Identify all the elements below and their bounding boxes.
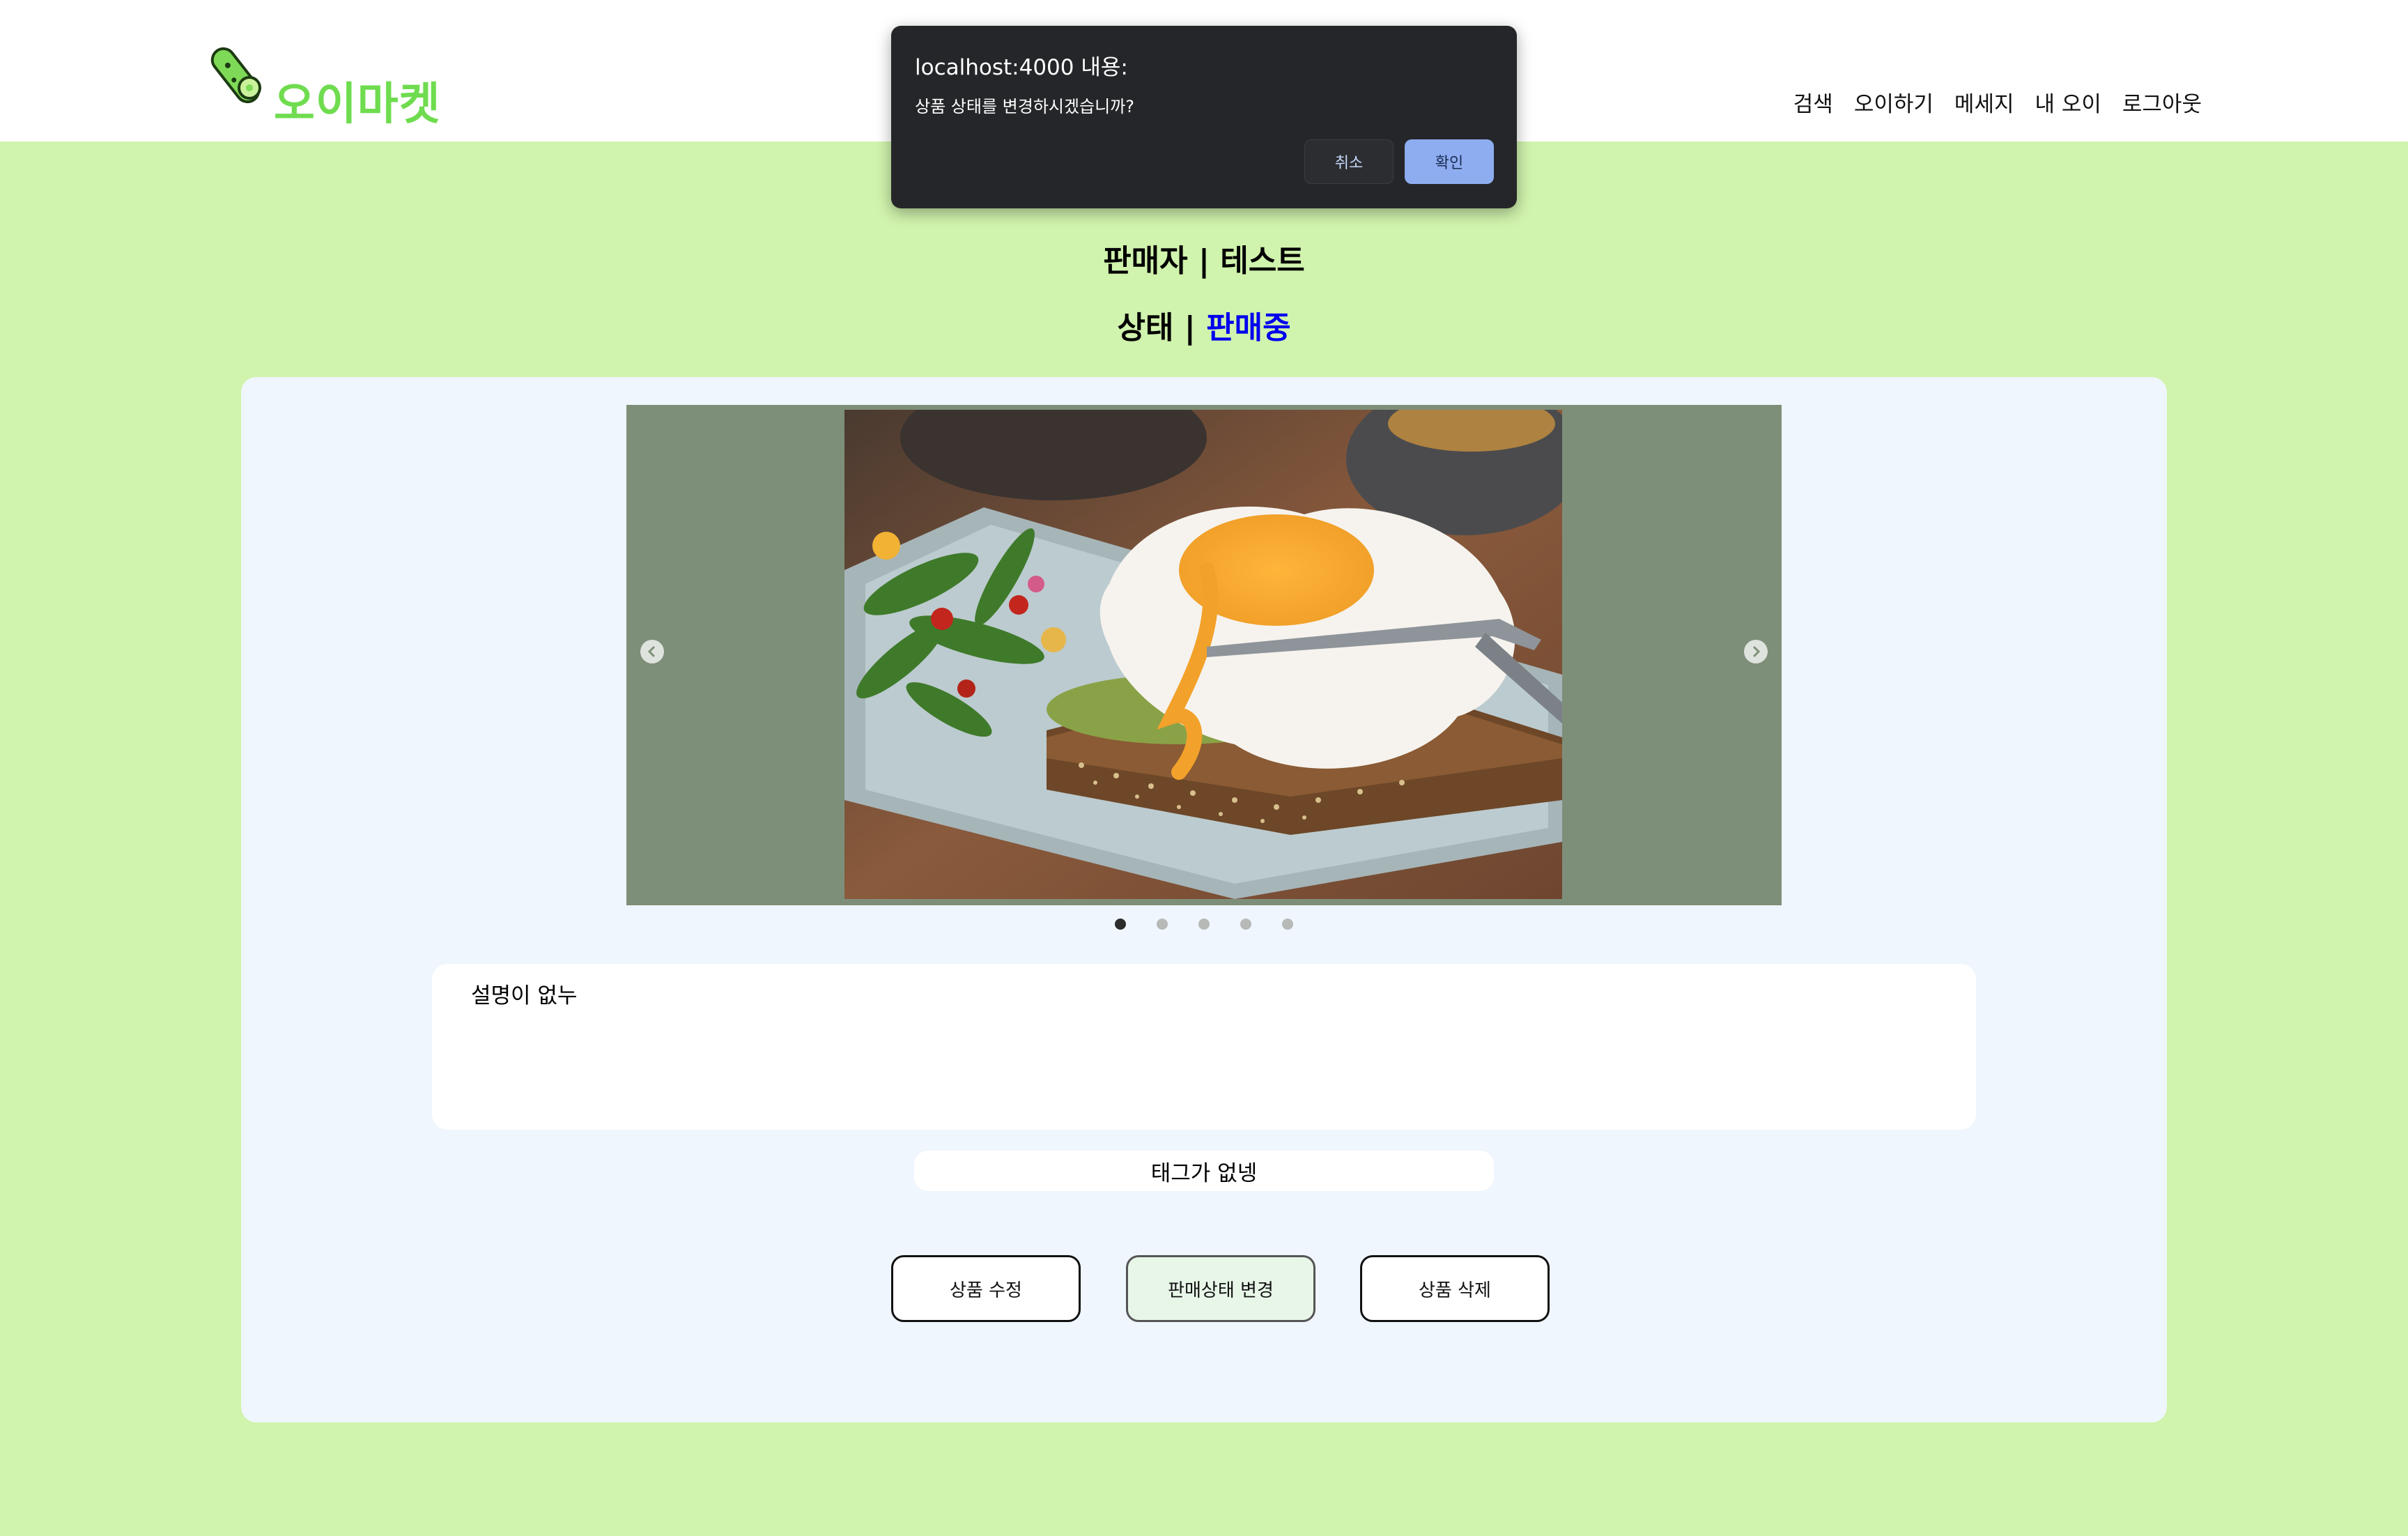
description-text: 설명이 없누 [471,983,578,1008]
confirm-dialog: localhost:4000 내용: 상품 상태를 변경하시겠습니까? 취소 확… [891,26,1517,208]
description-box: 설명이 없누 [432,964,1976,1130]
status-label: 상태 | [1117,310,1207,346]
main-nav: 검색 오이하기 메세지 내 오이 로그아웃 [1793,86,2202,118]
dialog-cancel-button[interactable]: 취소 [1304,139,1394,184]
cucumber-logo-icon[interactable] [206,42,265,109]
nav-logout[interactable]: 로그아웃 [2122,86,2202,118]
logo-text[interactable]: 오이마켓 [274,68,441,132]
chevron-right-icon [1753,646,1761,657]
chevron-left-icon [647,646,655,657]
delete-product-button[interactable]: 상품 삭제 [1360,1255,1550,1322]
carousel-dots [241,919,2167,930]
carousel-dot[interactable] [1157,919,1168,930]
carousel-next-button[interactable] [1744,640,1768,663]
status-heading: 상태 | 판매중 [0,302,2408,347]
product-card: 설명이 없누 태그가 없넹 상품 수정 판매상태 변경 상품 삭제 [241,377,2167,1422]
nav-search[interactable]: 검색 [1793,86,1833,118]
tags-box: 태그가 없넹 [914,1151,1494,1191]
dialog-ok-button[interactable]: 확인 [1405,139,1494,184]
carousel-prev-button[interactable] [640,640,664,663]
carousel-dot[interactable] [1198,919,1210,930]
product-photo [844,410,1562,899]
image-carousel[interactable] [626,405,1782,905]
carousel-dot[interactable] [1282,919,1293,930]
dialog-message: 상품 상태를 변경하시겠습니까? [915,97,1135,116]
change-status-button[interactable]: 판매상태 변경 [1126,1255,1315,1322]
edit-product-button[interactable]: 상품 수정 [891,1255,1081,1322]
carousel-dot[interactable] [1240,919,1251,930]
dialog-title: localhost:4000 내용: [915,55,1128,80]
status-value: 판매중 [1206,310,1291,346]
nav-sell[interactable]: 오이하기 [1854,86,1934,118]
seller-heading: 판매자 | 테스트 [1103,243,1305,279]
nav-my-oi[interactable]: 내 오이 [2035,86,2101,118]
carousel-dot[interactable] [1115,919,1126,930]
nav-messages[interactable]: 메세지 [1954,86,2014,118]
